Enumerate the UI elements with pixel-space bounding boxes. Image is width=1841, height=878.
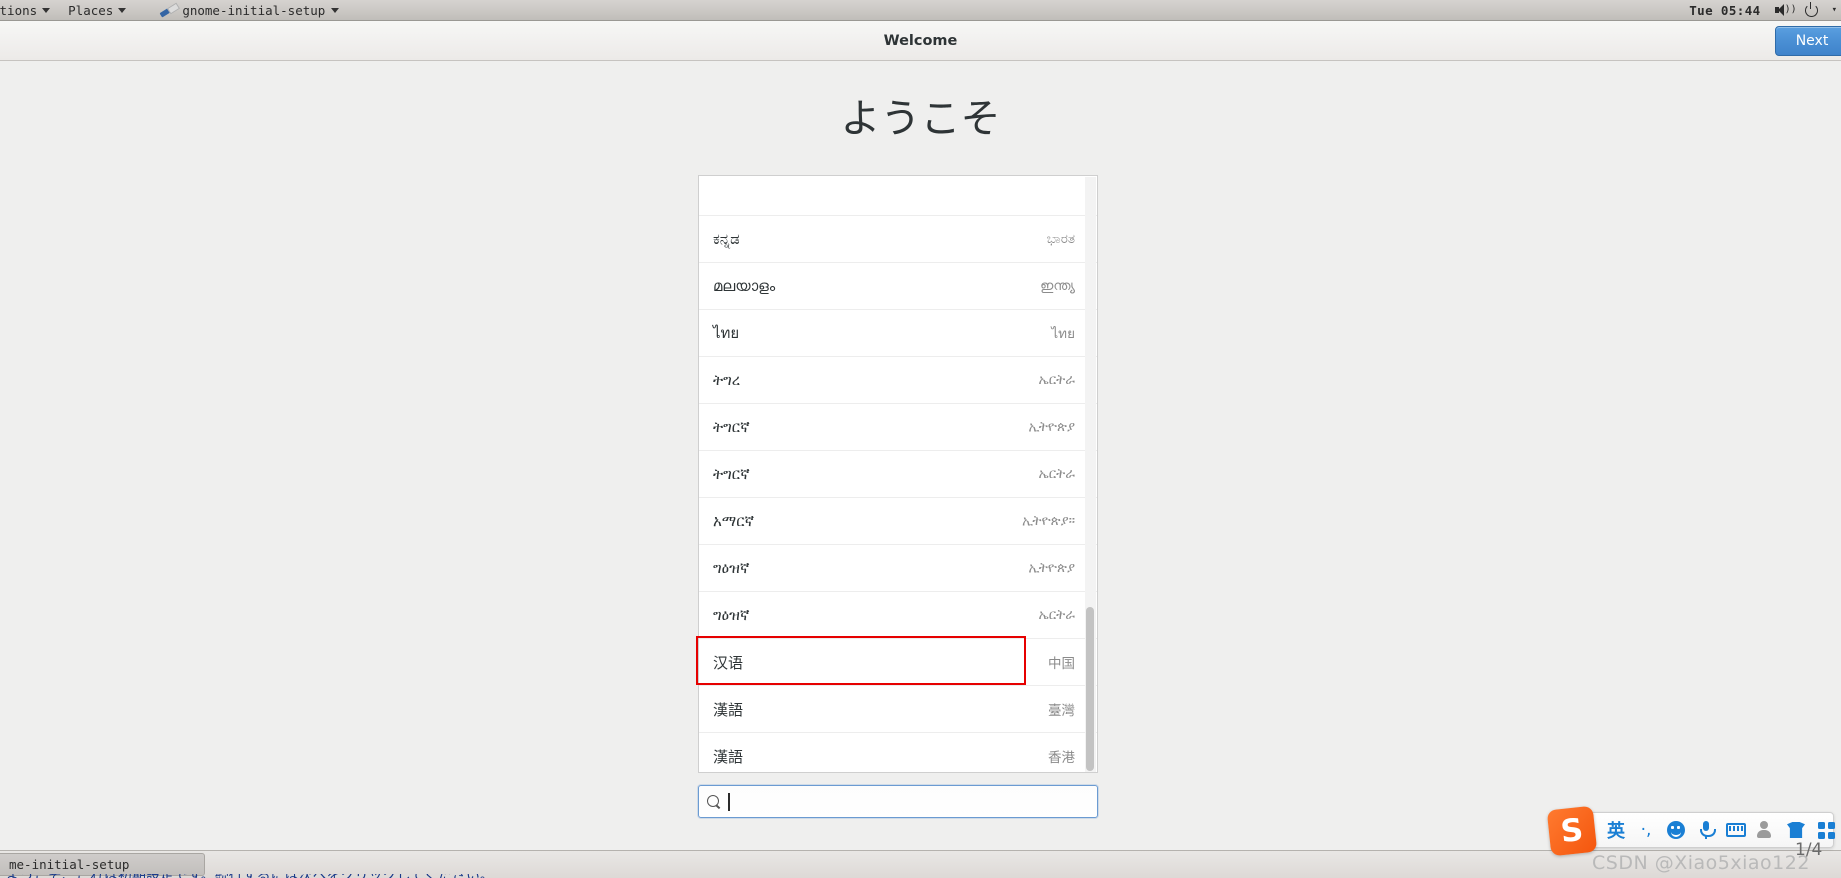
language-row[interactable]: ግዕዝኛ ኢትዮጵያ [699, 545, 1097, 592]
microphone-icon[interactable] [1693, 817, 1719, 843]
language-country: 香港 [1048, 750, 1075, 766]
sogou-logo-icon[interactable]: S [1546, 805, 1598, 857]
emoji-icon[interactable] [1663, 817, 1689, 843]
language-name: 漢語 [713, 700, 744, 719]
panel-app-menu-label: gnome-initial-setup [182, 2, 326, 18]
panel-menu-applications-label: ations [0, 2, 38, 18]
next-button[interactable]: Next [1775, 26, 1841, 56]
panel-status-area: Tue 05:44 )) ▾ [1689, 1, 1841, 18]
language-row[interactable]: 漢語 臺灣 [699, 686, 1097, 733]
pencil-icon [159, 3, 176, 18]
punctuation-icon[interactable]: ·, [1633, 817, 1659, 843]
search-input[interactable] [698, 785, 1098, 818]
list-scrollbar-track[interactable] [1085, 177, 1096, 772]
list-scrollbar-thumb[interactable] [1086, 607, 1094, 771]
language-row[interactable]: ไทย ไทย [699, 310, 1097, 357]
ime-toolbar[interactable]: S 英 ·, [1546, 805, 1835, 857]
language-country: ኢትዮጵያ [1028, 560, 1075, 576]
window-headerbar: Welcome Next [0, 21, 1841, 61]
language-name: ግዕዝኛ [713, 559, 750, 577]
list-top-padding [699, 176, 1097, 216]
language-name: ግዕዝኛ [713, 606, 750, 624]
language-name: ትግረ [713, 371, 741, 389]
panel-app-menu[interactable]: gnome-initial-setup [159, 2, 340, 18]
language-row[interactable]: አማርኛ ኢትዮጵያ። [699, 498, 1097, 545]
user-icon[interactable] [1753, 817, 1779, 843]
gnome-top-panel: ations Places gnome-initial-setup Tue 05… [0, 0, 1841, 21]
language-rows: ಕನ್ನಡ ಭಾರತ മലയാളം ഇന്ത്യ ไทย ไทย ትግረ ኤርትራ ትግርኛ ኢት… [699, 216, 1097, 772]
language-row[interactable]: 汉语 中国 [699, 639, 1097, 686]
language-country: ኤርትራ [1038, 466, 1075, 482]
volume-icon[interactable]: )) [1774, 3, 1797, 17]
language-name: ትግርኛ [713, 465, 750, 483]
language-name: ትግርኛ [713, 418, 750, 436]
ime-mode-toggle[interactable]: 英 [1603, 817, 1629, 843]
keyboard-icon[interactable] [1723, 817, 1749, 843]
language-row[interactable]: ትግርኛ ኤርትራ [699, 451, 1097, 498]
language-country: ഇന്ത്യ [1040, 278, 1075, 294]
language-row[interactable]: 漢語 香港 [699, 733, 1097, 772]
chevron-down-icon[interactable]: ▾ [1832, 5, 1837, 15]
language-country: ኤርትራ [1038, 607, 1075, 623]
bottom-text-strip: ようこそ、これは初期設定です。続行するには次へをクリックしてください。 [0, 874, 1841, 878]
language-name: മലയാളം [713, 277, 776, 295]
language-country: 臺灣 [1048, 703, 1075, 719]
language-country: 中国 [1048, 656, 1075, 672]
chevron-down-icon [331, 7, 340, 13]
language-name: 漢語 [713, 747, 744, 766]
language-name: ಕನ್ನಡ [713, 230, 740, 248]
language-list[interactable]: ಕನ್ನಡ ಭಾರತ മലയാളം ഇന്ത്യ ไทย ไทย ትግረ ኤርትራ ትግርኛ ኢት… [698, 175, 1098, 773]
language-country: ಭಾರತ [1046, 231, 1075, 247]
panel-menu-places[interactable]: Places [59, 0, 135, 21]
language-name: አማርኛ [713, 512, 755, 530]
main-content: ようこそ ಕನ್ನಡ ಭಾರತ മലയാളം ഇന്ത്യ ไทย ไทย ትግረ ኤርትራ ት… [0, 61, 1841, 850]
language-country: ኢትዮጵያ። [1022, 513, 1075, 529]
language-country: ኤርትራ [1038, 372, 1075, 388]
language-country: ไทย [1051, 326, 1075, 342]
watermark-text: CSDN @Xiao5xiao122 [1592, 852, 1810, 874]
page-title: Welcome [883, 32, 958, 49]
chevron-down-icon [118, 7, 127, 13]
language-row[interactable]: മലയാളം ഇന്ത്യ [699, 263, 1097, 310]
chevron-down-icon [42, 7, 51, 13]
language-name: 汉语 [713, 653, 744, 672]
page-indicator: 1/4 [1795, 840, 1823, 860]
panel-clock[interactable]: Tue 05:44 [1689, 3, 1760, 18]
search-icon [707, 794, 721, 809]
taskbar-window-item[interactable]: me-initial-setup [0, 853, 205, 876]
panel-menu-places-label: Places [68, 2, 114, 18]
bottom-cut-text: ようこそ、これは初期設定です。続行するには次へをクリックしてください。 [6, 874, 494, 878]
welcome-heading: ようこそ [840, 96, 1001, 142]
language-row[interactable]: ಕನ್ನಡ ಭಾರತ [699, 216, 1097, 263]
language-row[interactable]: ግዕዝኛ ኤርትራ [699, 592, 1097, 639]
panel-menu-applications[interactable]: ations [0, 0, 59, 21]
language-row[interactable]: ትግርኛ ኢትዮጵያ [699, 404, 1097, 451]
power-icon[interactable] [1804, 1, 1818, 17]
language-chooser: ಕನ್ನಡ ಭಾರತ മലയാളം ഇന്ത്യ ไทย ไทย ትግረ ኤርትራ ትግርኛ ኢት… [696, 175, 1098, 823]
text-cursor [728, 792, 730, 811]
language-country: ኢትዮጵያ [1028, 419, 1075, 435]
language-row[interactable]: ትግረ ኤርትራ [699, 357, 1097, 404]
language-name: ไทย [713, 324, 740, 342]
